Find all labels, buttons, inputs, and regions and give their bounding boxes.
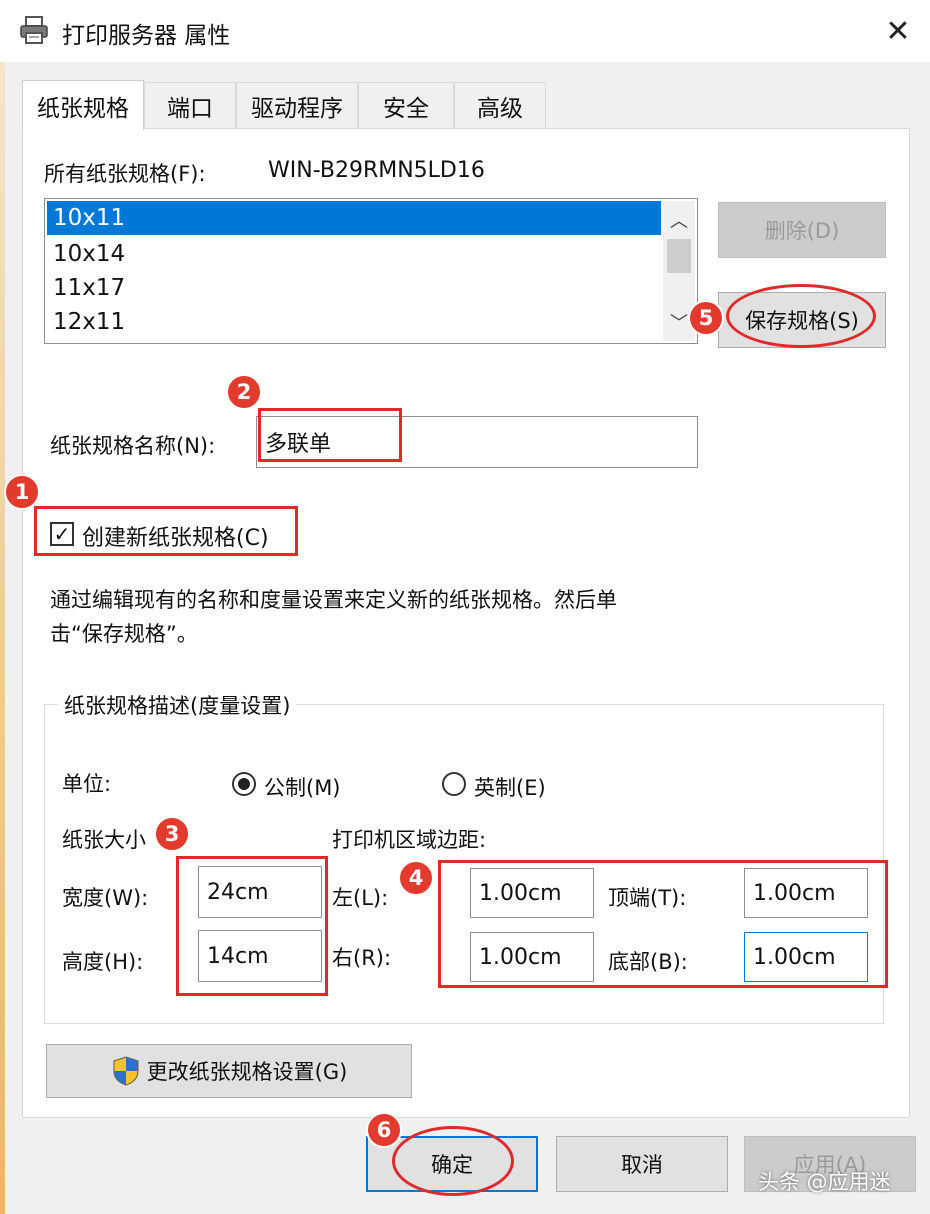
annotation-badge-5: 5 [688,300,724,336]
metric-label[interactable]: 公制(M) [264,772,341,802]
close-icon: ✕ [885,13,911,49]
scroll-up-icon[interactable]: ︿ [663,203,695,237]
annotation-badge-3: 3 [154,816,190,852]
forms-listbox[interactable]: 10x11 10x14 11x17 12x11 ︿ ﹀ [44,198,698,344]
cancel-button[interactable]: 取消 [556,1136,728,1192]
server-name: WIN-B29RMN5LD16 [268,158,485,183]
window-title: 打印服务器 属性 [62,23,231,49]
left-edge-accent [0,62,5,1214]
annotation-ellipse-save [726,284,876,348]
all-forms-label: 所有纸张规格(F): [44,162,206,186]
annotation-badge-4: 4 [398,860,434,896]
annotation-badge-1: 1 [4,474,40,510]
scroll-thumb[interactable] [667,239,691,273]
paper-size-label: 纸张大小 [62,828,146,852]
annotation-box-margins [438,860,888,988]
annotation-box-form-name [258,408,402,462]
watermark-text: 头条 @应用迷 [758,1170,891,1194]
change-settings-label: 更改纸张规格设置(G) [146,1060,348,1084]
uac-shield-icon [113,1056,139,1086]
annotation-box-paper-size [176,856,328,996]
list-item[interactable]: 10x11 [47,201,661,235]
list-item[interactable]: 10x14 [47,237,661,271]
list-item[interactable]: 11x17 [47,271,661,305]
measurements-group-label: 纸张规格描述(度量设置) [58,690,297,720]
printer-icon [20,16,48,44]
units-label: 单位: [62,772,112,796]
margins-label: 打印机区域边距: [332,828,487,852]
english-radio[interactable] [442,772,466,796]
left-margin-label: 左(L): [332,886,389,910]
tab-drivers[interactable]: 驱动程序 [236,82,358,128]
delete-button[interactable]: 删除(D) [718,202,886,258]
change-settings-button[interactable]: 更改纸张规格设置(G) [46,1044,412,1098]
list-item[interactable]: 12x11 [47,305,661,339]
annotation-box-create-new [34,506,298,556]
tab-security[interactable]: 安全 [358,82,454,128]
english-label[interactable]: 英制(E) [474,772,546,802]
annotation-badge-6: 6 [366,1112,402,1148]
tab-forms[interactable]: 纸张规格 [22,80,144,130]
metric-radio[interactable] [232,772,256,796]
tab-advanced[interactable]: 高级 [454,82,546,128]
right-margin-label: 右(R): [332,946,392,970]
close-button[interactable]: ✕ [872,8,924,54]
height-label: 高度(H): [62,950,144,974]
description-line-1: 通过编辑现有的名称和度量设置来定义新的纸张规格。然后单 [50,588,617,612]
tab-ports[interactable]: 端口 [144,82,236,128]
annotation-ellipse-ok [392,1126,514,1196]
width-label: 宽度(W): [62,886,149,910]
description-line-2: 击“保存规格”。 [50,622,198,646]
form-name-label: 纸张规格名称(N): [50,434,216,458]
annotation-badge-2: 2 [226,374,262,410]
